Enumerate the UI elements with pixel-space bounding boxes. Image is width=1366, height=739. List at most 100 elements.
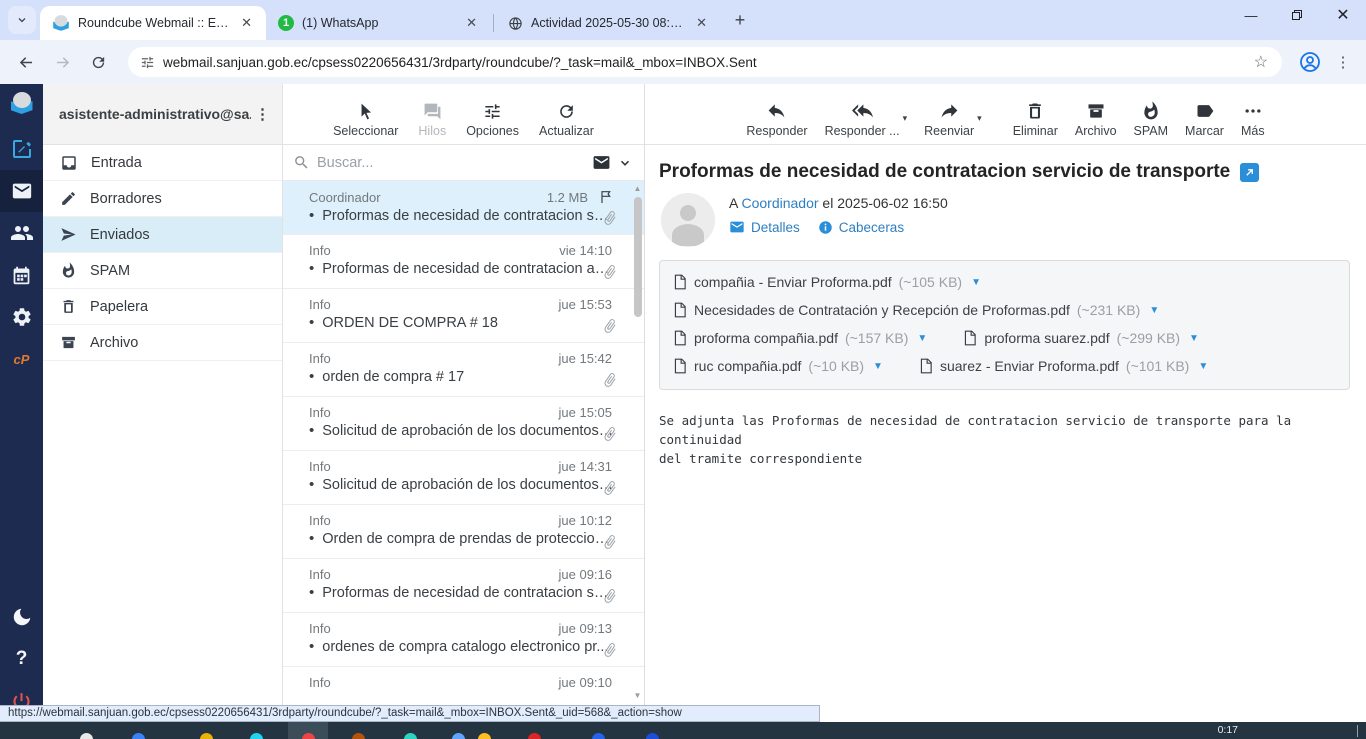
forward-button[interactable]: Reenviar [924, 100, 974, 138]
folder-item-entrada[interactable]: Entrada [43, 145, 282, 181]
attachment-item[interactable]: compañia - Enviar Proforma.pdf (~105 KB)… [673, 274, 981, 290]
attachment-item[interactable]: proforma suarez.pdf (~299 KB) ▼ [963, 330, 1199, 346]
threads-button[interactable]: Hilos [418, 102, 446, 138]
tab-roundcube[interactable]: Roundcube Webmail :: Enviados ✕ [40, 6, 266, 40]
folder-item-enviados[interactable]: Enviados [43, 217, 282, 253]
recipient-link[interactable]: Coordinador [741, 195, 818, 211]
restore-button[interactable] [1274, 0, 1320, 30]
taskbar-icon[interactable] [80, 733, 93, 739]
profile-button[interactable] [1294, 46, 1326, 78]
reply-label: Responder [746, 124, 807, 138]
nav-mail[interactable] [0, 170, 43, 212]
scroll-down-icon[interactable]: ▼ [631, 691, 644, 700]
forward-caret-icon[interactable]: ▾ [977, 113, 982, 138]
url-bar[interactable]: webmail.sanjuan.gob.ec/cpsess0220656431/… [128, 47, 1282, 77]
nav-cpanel[interactable]: cP [0, 338, 43, 380]
forward-button[interactable] [46, 46, 78, 78]
mark-button[interactable]: Marcar [1185, 101, 1224, 138]
nav-contacts[interactable] [0, 212, 43, 254]
scroll-thumb[interactable] [634, 197, 642, 317]
taskbar-icon[interactable] [352, 733, 365, 739]
reply-button[interactable]: Responder [746, 100, 807, 138]
message-row[interactable]: Infojue 15:53 •ORDEN DE COMPRA # 18 [283, 289, 644, 343]
nav-settings[interactable] [0, 296, 43, 338]
more-button[interactable]: Más [1241, 101, 1265, 138]
compose-button[interactable] [0, 128, 43, 170]
spam-button[interactable]: SPAM [1134, 101, 1169, 138]
message-row[interactable]: Infojue 15:05 •Solicitud de aprobación d… [283, 397, 644, 451]
browser-menu-button[interactable]: ⋮ [1330, 46, 1356, 78]
message-row[interactable]: Infovie 14:10 •Proformas de necesidad de… [283, 235, 644, 289]
list-scrollbar[interactable]: ▲ ▼ [631, 181, 644, 722]
attachment-caret-icon[interactable]: ▼ [971, 277, 981, 288]
close-button[interactable]: ✕ [1320, 0, 1366, 30]
minimize-button[interactable]: — [1228, 0, 1274, 30]
message-row[interactable]: Coordinador1.2 MB •Proformas de necesida… [283, 181, 644, 235]
archive-button[interactable]: Archivo [1075, 101, 1117, 138]
taskbar-icon[interactable] [452, 733, 465, 739]
details-link[interactable]: Detalles [729, 219, 800, 235]
search-options-chevron-icon[interactable] [618, 156, 632, 170]
scroll-up-icon[interactable]: ▲ [631, 184, 644, 193]
folder-item-spam[interactable]: SPAM [43, 253, 282, 289]
tab-search-button[interactable] [8, 6, 36, 34]
account-header[interactable]: asistente-administrativo@sa... ⋮ [43, 84, 282, 145]
reply-all-caret-icon[interactable]: ▾ [903, 113, 908, 138]
options-button[interactable]: Opciones [466, 102, 519, 138]
attachment-caret-icon[interactable]: ▼ [1189, 333, 1199, 344]
taskbar-icon[interactable] [592, 733, 605, 739]
attachment-item[interactable]: Necesidades de Contratación y Recepción … [673, 302, 1159, 318]
headers-link[interactable]: Cabeceras [818, 220, 904, 235]
folder-item-papelera[interactable]: Papelera [43, 289, 282, 325]
nav-calendar[interactable] [0, 254, 43, 296]
delete-button[interactable]: Eliminar [1013, 101, 1058, 138]
attachment-caret-icon[interactable]: ▼ [1149, 305, 1159, 316]
folder-item-archivo[interactable]: Archivo [43, 325, 282, 361]
message-row[interactable]: Infojue 15:42 •orden de compra # 17 [283, 343, 644, 397]
attachment-item[interactable]: suarez - Enviar Proforma.pdf (~101 KB) ▼ [919, 358, 1208, 374]
new-tab-button[interactable]: + [727, 7, 753, 33]
attachment-caret-icon[interactable]: ▼ [917, 333, 927, 344]
flag-icon[interactable] [598, 189, 614, 205]
folder-item-borradores[interactable]: Borradores [43, 181, 282, 217]
open-in-new-window-button[interactable] [1240, 163, 1259, 182]
message-sender: Info [309, 513, 559, 528]
search-scope-mail-icon[interactable] [592, 153, 611, 172]
whatsapp-favicon: 1 [278, 15, 294, 31]
taskbar-icon[interactable] [200, 733, 213, 739]
taskbar-icon[interactable] [528, 733, 541, 739]
message-row[interactable]: Infojue 09:16 •Proformas de necesidad de… [283, 559, 644, 613]
taskbar-icon[interactable] [404, 733, 417, 739]
taskbar-icon[interactable] [250, 733, 263, 739]
folder-options-icon[interactable]: ⋮ [251, 105, 274, 123]
taskbar-icon[interactable] [132, 733, 145, 739]
message-row[interactable]: Infojue 14:31 •Solicitud de aprobación d… [283, 451, 644, 505]
attachment-item[interactable]: ruc compañia.pdf (~10 KB) ▼ [673, 358, 883, 374]
message-row[interactable]: Infojue 09:13 •ordenes de compra catalog… [283, 613, 644, 667]
taskbar[interactable]: 0:17 [0, 722, 1366, 739]
attachment-caret-icon[interactable]: ▼ [873, 361, 883, 372]
taskbar-icon[interactable] [478, 733, 491, 739]
attachment-item[interactable]: proforma compañia.pdf (~157 KB) ▼ [673, 330, 927, 346]
search-input[interactable] [317, 155, 585, 171]
show-desktop-divider[interactable] [1357, 725, 1358, 737]
refresh-button[interactable]: Actualizar [539, 102, 594, 138]
bookmark-star-icon[interactable]: ☆ [1250, 52, 1272, 72]
help-button[interactable]: ? [0, 638, 43, 680]
reply-all-button[interactable]: Responder ... [825, 100, 900, 138]
attachments-box: compañia - Enviar Proforma.pdf (~105 KB)… [659, 260, 1350, 390]
tab-close-icon[interactable]: ✕ [462, 14, 481, 32]
list-toolbar: Seleccionar Hilos Opciones Actualizar [283, 84, 644, 145]
reload-button[interactable] [82, 46, 114, 78]
back-button[interactable] [10, 46, 42, 78]
tab-whatsapp[interactable]: 1 (1) WhatsApp ✕ [266, 6, 491, 40]
attachment-caret-icon[interactable]: ▼ [1198, 361, 1208, 372]
select-button[interactable]: Seleccionar [333, 102, 398, 138]
message-row[interactable]: Infojue 10:12 •Orden de compra de prenda… [283, 505, 644, 559]
tab-actividad[interactable]: Actividad 2025-05-30 08:00:00 ✕ [496, 6, 721, 40]
tab-close-icon[interactable]: ✕ [692, 14, 711, 32]
tab-close-icon[interactable]: ✕ [237, 14, 256, 32]
dark-mode-button[interactable] [0, 596, 43, 638]
taskbar-icon[interactable] [646, 733, 659, 739]
taskbar-icon[interactable] [302, 733, 315, 739]
